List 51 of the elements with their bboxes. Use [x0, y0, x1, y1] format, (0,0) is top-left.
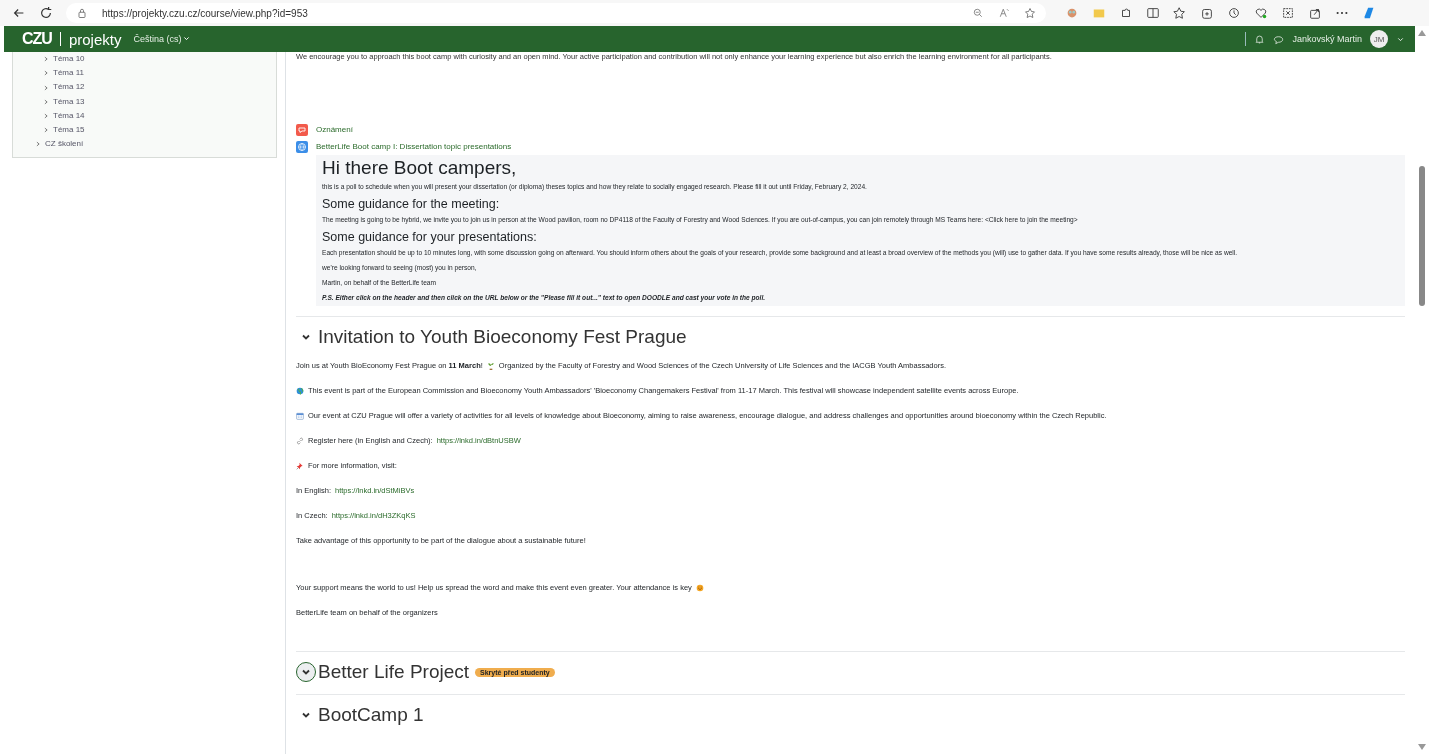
site-name[interactable]: projekty — [68, 30, 122, 48]
logo[interactable]: CZU — [22, 30, 52, 48]
user-avatar[interactable]: JM — [1370, 30, 1388, 48]
course-index-item[interactable]: Téma 12 — [21, 80, 268, 95]
activity-link[interactable]: BetterLife Boot camp I: Dissertation topic presentations — [316, 142, 512, 151]
back-icon[interactable] — [12, 6, 26, 20]
link-icon — [296, 437, 304, 445]
description-title: Hi there Boot campers, — [322, 157, 518, 179]
collapse-toggle[interactable] — [296, 662, 316, 682]
seedling-icon — [486, 362, 495, 370]
calendar-icon — [296, 412, 304, 420]
course-index-item[interactable]: Téma 14 — [21, 108, 268, 123]
lock-icon — [76, 7, 88, 19]
screenshot-icon[interactable] — [1281, 6, 1295, 20]
globe-icon — [296, 140, 308, 153]
reload-icon[interactable] — [39, 6, 53, 20]
globe-icon — [296, 387, 304, 395]
heart-icon[interactable] — [1254, 6, 1268, 20]
extension-icon[interactable] — [1065, 6, 1079, 20]
course-index-item[interactable]: Téma 11 — [21, 66, 268, 81]
history-icon[interactable] — [1227, 6, 1241, 20]
address-bar[interactable]: https://projekty.czu.cz/course/view.php?id=953 — [66, 3, 1046, 23]
url-text: https://projekty.czu.cz/course/view.php?id=953 — [102, 7, 308, 19]
smiley-icon — [695, 584, 704, 592]
section-title: Better Life Project — [318, 661, 470, 683]
description-heading: Some guidance for the meeting: — [322, 197, 501, 212]
chat-icon[interactable] — [1273, 33, 1285, 45]
split-screen-icon[interactable] — [1146, 6, 1160, 20]
activity-link[interactable]: Oznámení — [316, 125, 353, 134]
bell-icon[interactable] — [1254, 33, 1266, 45]
section-title: BootCamp 1 — [318, 704, 424, 726]
course-index-item[interactable]: Téma 15 — [21, 123, 268, 138]
pushpin-icon — [296, 462, 304, 470]
course-index-item[interactable]: Téma 13 — [21, 94, 268, 109]
caret-icon — [183, 35, 191, 42]
share-icon[interactable] — [1308, 6, 1322, 20]
language-menu[interactable]: Čeština (cs) — [129, 34, 195, 44]
forum-icon — [296, 123, 308, 136]
favorites-icon[interactable] — [1173, 6, 1187, 20]
zoom-icon[interactable] — [972, 7, 984, 19]
scroll-down-icon[interactable] — [1418, 744, 1426, 750]
collections-icon[interactable] — [1200, 6, 1214, 20]
read-aloud-icon[interactable] — [998, 7, 1010, 19]
star-icon[interactable] — [1024, 7, 1036, 19]
scroll-thumb[interactable] — [1419, 166, 1425, 306]
section-title: Invitation to Youth Bioeconomy Fest Prague — [318, 326, 687, 348]
course-index-item[interactable]: CZ školení — [21, 137, 268, 152]
user-name[interactable]: Jankovský Martin — [1292, 34, 1362, 44]
course-index-item[interactable]: Téma 10 — [21, 52, 268, 67]
description-heading: Some guidance for your presentations: — [322, 230, 538, 245]
scroll-up-icon[interactable] — [1418, 30, 1426, 36]
